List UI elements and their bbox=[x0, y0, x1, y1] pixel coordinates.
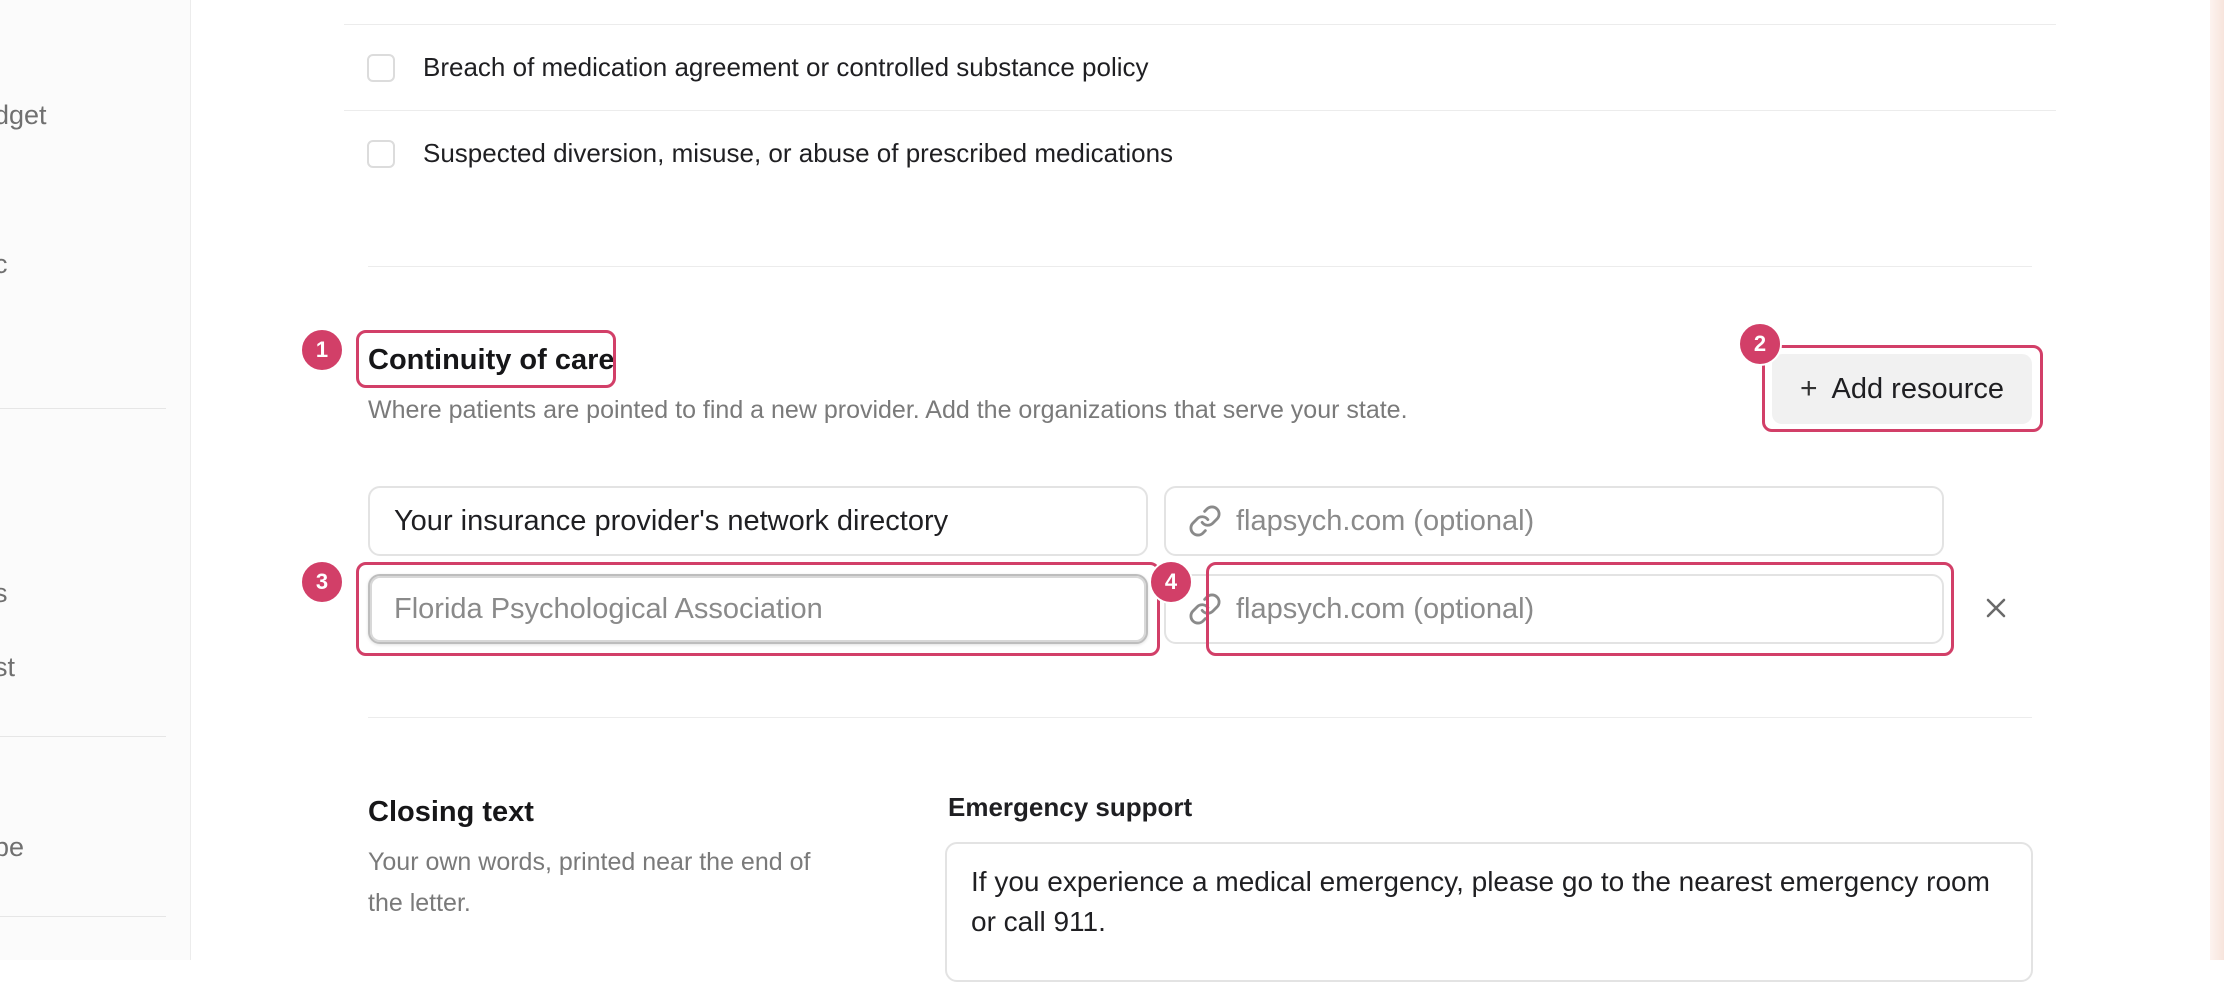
emergency-support-textarea[interactable]: If you experience a medical emergency, p… bbox=[945, 842, 2033, 982]
resource-name-input[interactable] bbox=[370, 504, 1146, 538]
link-icon bbox=[1189, 593, 1221, 625]
section-divider bbox=[368, 717, 2032, 718]
sidebar-item-pe[interactable]: pe bbox=[0, 832, 24, 863]
resource-url-input[interactable] bbox=[1236, 592, 1942, 626]
continuity-title: Continuity of care bbox=[368, 344, 615, 376]
sidebar-item-st[interactable]: st bbox=[0, 652, 15, 683]
link-icon bbox=[1189, 505, 1221, 537]
sidebar-divider bbox=[0, 736, 166, 737]
annotation-badge: 3 bbox=[300, 560, 344, 604]
condition-row[interactable]: Breach of medication agreement or contro… bbox=[367, 52, 1149, 83]
emergency-support-label: Emergency support bbox=[948, 792, 1193, 822]
sidebar-divider bbox=[0, 408, 166, 409]
resource-url-input[interactable] bbox=[1236, 504, 1942, 538]
condition-checkbox[interactable] bbox=[367, 139, 395, 168]
sidebar-item-budget[interactable]: dget bbox=[0, 100, 47, 131]
add-resource-button[interactable]: + Add resource bbox=[1772, 354, 2032, 424]
sidebar-divider bbox=[0, 916, 166, 917]
row-divider bbox=[344, 24, 2056, 25]
close-icon bbox=[1986, 598, 2006, 618]
sidebar-item-s[interactable]: s bbox=[0, 578, 8, 609]
resource-url-field[interactable] bbox=[1164, 486, 1944, 556]
continuity-description: Where patients are pointed to find a new… bbox=[368, 396, 1408, 424]
sidebar: dget c s st pe bbox=[0, 0, 191, 960]
annotation-badge: 1 bbox=[300, 328, 344, 372]
resource-name-field[interactable] bbox=[368, 574, 1148, 644]
annotation-badge: 4 bbox=[1149, 560, 1193, 604]
condition-row[interactable]: Suspected diversion, misuse, or abuse of… bbox=[367, 138, 1173, 169]
right-edge-decoration bbox=[2210, 0, 2224, 960]
remove-resource-button[interactable] bbox=[1978, 588, 2014, 628]
resource-name-input[interactable] bbox=[370, 592, 1146, 626]
condition-label: Suspected diversion, misuse, or abuse of… bbox=[423, 138, 1174, 168]
closing-title: Closing text bbox=[368, 796, 534, 828]
sidebar-item-c[interactable]: c bbox=[0, 249, 8, 280]
row-divider bbox=[344, 110, 2056, 111]
section-divider bbox=[368, 266, 2032, 267]
condition-checkbox[interactable] bbox=[367, 53, 395, 82]
closing-description: Your own words, printed near the end of … bbox=[368, 848, 811, 917]
annotation-badge: 2 bbox=[1738, 322, 1782, 366]
condition-label: Breach of medication agreement or contro… bbox=[423, 52, 1149, 82]
add-resource-label: Add resource bbox=[1831, 372, 2005, 405]
resource-name-field[interactable] bbox=[368, 486, 1148, 556]
resource-url-field[interactable] bbox=[1164, 574, 1944, 644]
plus-icon: + bbox=[1799, 372, 1818, 405]
